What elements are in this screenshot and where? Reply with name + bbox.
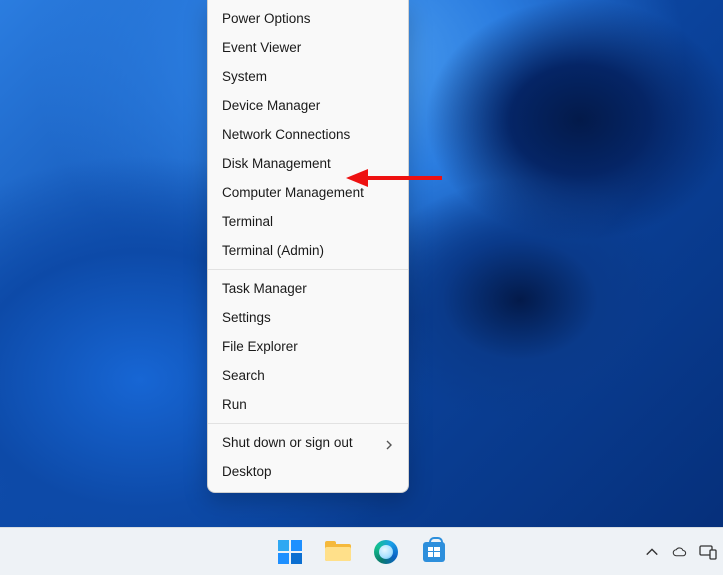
devices-icon	[699, 544, 717, 560]
system-tray	[643, 528, 717, 575]
menu-item-label: Power Options	[222, 11, 311, 26]
menu-item-label: Terminal (Admin)	[222, 243, 324, 258]
menu-item-desktop[interactable]: Desktop	[208, 457, 408, 486]
menu-item-task-manager[interactable]: Task Manager	[208, 274, 408, 303]
tray-overflow-button[interactable]	[643, 543, 661, 561]
windows-logo-icon	[278, 540, 302, 564]
menu-item-label: Disk Management	[222, 156, 331, 171]
taskbar-store-button[interactable]	[414, 532, 454, 572]
menu-item-label: Event Viewer	[222, 40, 301, 55]
taskbar	[0, 527, 723, 575]
menu-item-label: Device Manager	[222, 98, 320, 113]
tray-devices-button[interactable]	[699, 543, 717, 561]
menu-item-device-manager[interactable]: Device Manager	[208, 91, 408, 120]
menu-item-search[interactable]: Search	[208, 361, 408, 390]
menu-item-settings[interactable]: Settings	[208, 303, 408, 332]
menu-item-run[interactable]: Run	[208, 390, 408, 419]
cloud-icon	[671, 545, 689, 559]
menu-item-label: Network Connections	[222, 127, 350, 142]
chevron-up-icon	[645, 545, 659, 559]
taskbar-center-group	[270, 528, 454, 575]
menu-item-label: Search	[222, 368, 265, 383]
menu-item-terminal-admin[interactable]: Terminal (Admin)	[208, 236, 408, 265]
menu-item-computer-management[interactable]: Computer Management	[208, 178, 408, 207]
menu-item-label: Desktop	[222, 464, 272, 479]
store-icon	[423, 542, 445, 562]
menu-item-label: System	[222, 69, 267, 84]
menu-item-system[interactable]: System	[208, 62, 408, 91]
menu-item-label: Task Manager	[222, 281, 307, 296]
menu-item-label: Settings	[222, 310, 271, 325]
menu-item-label: Computer Management	[222, 185, 364, 200]
menu-item-label: Shut down or sign out	[222, 435, 353, 450]
menu-item-event-viewer[interactable]: Event Viewer	[208, 33, 408, 62]
menu-item-terminal[interactable]: Terminal	[208, 207, 408, 236]
menu-item-shut-down-or-sign-out[interactable]: Shut down or sign out	[208, 428, 408, 457]
folder-icon	[325, 541, 351, 563]
menu-item-label: Terminal	[222, 214, 273, 229]
menu-item-label: File Explorer	[222, 339, 298, 354]
menu-item-power-options[interactable]: Power Options	[208, 4, 408, 33]
menu-separator	[208, 423, 408, 424]
tray-onedrive-button[interactable]	[671, 543, 689, 561]
menu-item-disk-management[interactable]: Disk Management	[208, 149, 408, 178]
taskbar-file-explorer-button[interactable]	[318, 532, 358, 572]
winx-context-menu: Power Options Event Viewer System Device Ma…	[207, 0, 409, 493]
menu-separator	[208, 269, 408, 270]
menu-item-label: Run	[222, 397, 247, 412]
chevron-right-icon	[384, 438, 394, 448]
start-button[interactable]	[270, 532, 310, 572]
edge-icon	[374, 540, 398, 564]
taskbar-edge-button[interactable]	[366, 532, 406, 572]
menu-item-file-explorer[interactable]: File Explorer	[208, 332, 408, 361]
menu-item-network-connections[interactable]: Network Connections	[208, 120, 408, 149]
